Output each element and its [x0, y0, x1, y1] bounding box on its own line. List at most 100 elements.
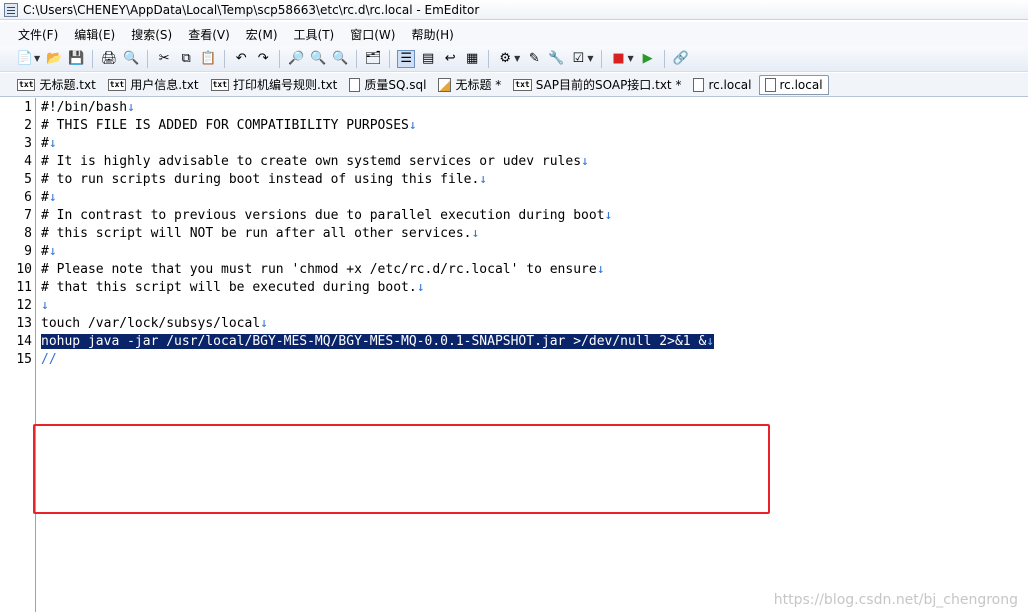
code-text: # this script will NOT be run after all … [41, 226, 472, 241]
tab-printer-rules[interactable]: txt 打印机编号规则.txt [206, 75, 343, 95]
line-number: 11 [16, 280, 32, 295]
code-text: # Please note that you must run 'chmod +… [41, 262, 597, 277]
code-line[interactable]: # It is highly advisable to create own s… [41, 153, 589, 171]
paste-icon[interactable]: 📋 [199, 50, 217, 68]
tab-rc-local[interactable]: rc.local [688, 75, 756, 95]
macro-dropdown-icon[interactable]: ▼ [627, 54, 633, 63]
menu-macro[interactable]: 宏(M) [238, 24, 286, 45]
configuration-dropdown-icon[interactable]: ▼ [514, 54, 520, 63]
highlight-box [33, 424, 770, 514]
tab-sap-soap[interactable]: txt SAP目前的SOAP接口.txt * [508, 75, 686, 95]
tab-untitled-txt[interactable]: txt 无标题.txt [12, 75, 101, 95]
watermark: https://blog.csdn.net/bj_chengrong [773, 592, 1018, 608]
menu-help[interactable]: 帮助(H) [403, 24, 461, 45]
undo-icon[interactable]: ↶ [232, 50, 250, 68]
wrap-page-icon[interactable]: ↩ [441, 50, 459, 68]
code-line[interactable]: # THIS FILE IS ADDED FOR COMPATIBILITY P… [41, 117, 417, 135]
plugin-tool-icon[interactable]: 🔗 [672, 50, 690, 68]
code-line[interactable]: ↓ [41, 297, 49, 315]
tab-untitled-modified[interactable]: 无标题 * [433, 75, 506, 95]
wrap-window-icon[interactable]: ▤ [419, 50, 437, 68]
line-number: 7 [24, 208, 32, 223]
customize-icon[interactable]: 🔧 [547, 50, 565, 68]
eol-marker: ↓ [41, 298, 49, 313]
code-text: # In contrast to previous versions due t… [41, 208, 605, 223]
eol-marker: ↓ [127, 100, 135, 115]
document-tabs: txt 无标题.txt txt 用户信息.txt txt 打印机编号规则.txt… [0, 73, 1028, 97]
line-number: 5 [24, 172, 32, 187]
wrap-characters-icon[interactable]: ▦ [463, 50, 481, 68]
tab-rc-local-active[interactable]: rc.local [758, 74, 829, 95]
line-number: 1 [24, 100, 32, 115]
menu-bar: 文件(F) 编辑(E) 搜索(S) 查看(V) 宏(M) 工具(T) 窗口(W)… [0, 22, 1028, 46]
code-text: # [41, 136, 49, 151]
configuration-icon[interactable]: ⚙ [496, 50, 514, 68]
new-dropdown-icon[interactable]: ▼ [34, 54, 40, 63]
print-preview-icon[interactable]: 🔍 [122, 50, 140, 68]
eof-marker: // [41, 352, 57, 367]
code-line[interactable]: #!/bin/bash↓ [41, 99, 135, 117]
line-number: 3 [24, 136, 32, 151]
save-icon[interactable]: 💾 [67, 50, 85, 68]
code-text: # to run scripts during boot instead of … [41, 172, 480, 187]
line-number: 12 [16, 298, 32, 313]
code-text: # that this script will be executed duri… [41, 280, 417, 295]
macro-run-icon[interactable]: ▶ [639, 50, 657, 68]
find-in-files-icon[interactable]: 🗂 [364, 50, 382, 68]
find-icon[interactable]: 🔎 [287, 50, 305, 68]
line-number-gutter: 1 2 3 4 5 6 7 8 9 10 11 12 13 14 15 [0, 98, 36, 612]
code-line[interactable]: nohup java -jar /usr/local/BGY-MES-MQ/BG… [41, 333, 715, 351]
tab-user-info[interactable]: txt 用户信息.txt [103, 75, 204, 95]
tab-label: rc.local [779, 77, 823, 92]
code-line[interactable]: # to run scripts during boot instead of … [41, 171, 487, 189]
menu-edit[interactable]: 编辑(E) [66, 24, 123, 45]
code-line[interactable]: #↓ [41, 135, 57, 153]
tab-label: SAP目前的SOAP接口.txt * [535, 78, 682, 92]
code-text: # [41, 190, 49, 205]
eol-marker: ↓ [260, 316, 268, 331]
plugins-icon[interactable]: ☑ [569, 50, 587, 68]
line-number: 4 [24, 154, 32, 169]
menu-view[interactable]: 查看(V) [180, 24, 238, 45]
menu-tools[interactable]: 工具(T) [286, 24, 343, 45]
tab-label: 打印机编号规则.txt [233, 78, 338, 92]
find-previous-icon[interactable]: 🔍 [331, 50, 349, 68]
toolbar-divider [356, 49, 358, 68]
tab-quality-sql[interactable]: 质量SQ.sql [344, 75, 431, 95]
toolbar-divider [389, 49, 391, 68]
new-file-icon[interactable]: 📄 [16, 50, 34, 68]
code-line[interactable]: # Please note that you must run 'chmod +… [41, 261, 605, 279]
code-line[interactable]: #↓ [41, 189, 57, 207]
plugins-dropdown-icon[interactable]: ▼ [587, 54, 593, 63]
code-line[interactable]: # In contrast to previous versions due t… [41, 207, 612, 225]
copy-icon[interactable]: ⧉ [177, 50, 195, 68]
eol-marker: ↓ [596, 262, 605, 277]
line-number: 8 [24, 226, 32, 241]
toolbar-divider [92, 49, 94, 68]
tab-label: 用户信息.txt [130, 78, 199, 92]
txt-file-icon: txt [107, 78, 127, 91]
line-number: 14 [16, 334, 32, 349]
tab-label: 质量SQ.sql [364, 78, 427, 92]
code-line[interactable]: # this script will NOT be run after all … [41, 225, 479, 243]
toolbar: 📄 ▼ 📂 💾 🖨 🔍 ✂ ⧉ 📋 ↶ ↷ 🔎 🔍 🔍 🗂 ☰ ▤ ↩ ▦ ⚙ … [0, 46, 1028, 72]
eol-marker: ↓ [471, 226, 480, 241]
code-line[interactable]: touch /var/lock/subsys/local↓ [41, 315, 268, 333]
cut-icon[interactable]: ✂ [155, 50, 173, 68]
code-line[interactable]: // [41, 351, 57, 369]
properties-icon[interactable]: ✎ [525, 50, 543, 68]
wrap-none-icon[interactable]: ☰ [397, 49, 416, 68]
macro-record-icon[interactable]: ■ [609, 50, 627, 68]
print-icon[interactable]: 🖨 [100, 50, 118, 68]
eol-marker: ↓ [408, 118, 417, 133]
open-folder-icon[interactable]: 📂 [45, 50, 63, 68]
code-line[interactable]: #↓ [41, 243, 57, 261]
redo-icon[interactable]: ↷ [254, 50, 272, 68]
code-line[interactable]: # that this script will be executed duri… [41, 279, 425, 297]
menu-file[interactable]: 文件(F) [10, 24, 66, 45]
menu-search[interactable]: 搜索(S) [123, 24, 180, 45]
line-number: 9 [24, 244, 32, 259]
menu-window[interactable]: 窗口(W) [342, 24, 403, 45]
text-editor[interactable]: 1 2 3 4 5 6 7 8 9 10 11 12 13 14 15 #!/bin/bash↓ # THIS… [0, 98, 1028, 612]
find-next-icon[interactable]: 🔍 [309, 50, 327, 68]
